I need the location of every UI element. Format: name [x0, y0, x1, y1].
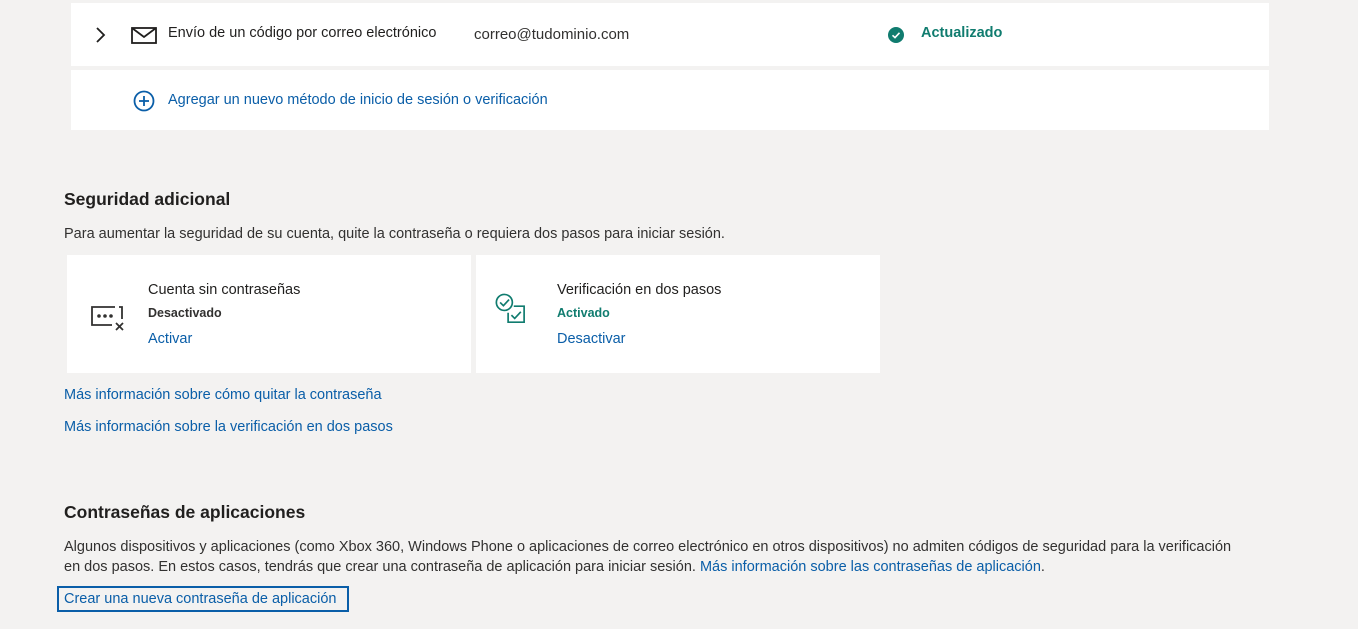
add-method-link[interactable]: Agregar un nuevo método de inicio de ses… [168, 92, 548, 108]
passwordless-info-link[interactable]: Más información sobre cómo quitar la con… [64, 387, 382, 403]
sign-in-method-row[interactable]: Envío de un código por correo electrónic… [71, 3, 1269, 66]
two-step-title: Verificación en dos pasos [557, 282, 722, 298]
check-circle-icon [888, 27, 904, 43]
create-app-password-button[interactable]: Crear una nueva contraseña de aplicación [57, 586, 349, 612]
chevron-right-icon[interactable] [93, 24, 107, 46]
method-status: Actualizado [921, 25, 1003, 41]
app-passwords-title: Contraseñas de aplicaciones [64, 502, 306, 522]
passwordless-activate-link[interactable]: Activar [148, 331, 192, 347]
app-passwords-description-end: . [1040, 559, 1045, 575]
additional-security-description: Para aumentar la seguridad de su cuenta,… [64, 226, 725, 242]
passwordless-card: Cuenta sin contraseñas Desactivado Activ… [67, 255, 471, 373]
method-label: Envío de un código por correo electrónic… [168, 25, 437, 41]
app-passwords-description-text: en dos pasos. En estos casos, tendrás qu… [64, 559, 696, 575]
two-step-verification-icon [495, 293, 525, 324]
app-passwords-description-line1: Algunos dispositivos y aplicaciones (com… [64, 539, 1232, 555]
two-step-deactivate-link[interactable]: Desactivar [557, 331, 626, 347]
two-step-info-link[interactable]: Más información sobre la verificación en… [64, 419, 393, 435]
method-email: correo@tudominio.com [474, 26, 630, 43]
add-method-row: Agregar un nuevo método de inicio de ses… [71, 70, 1269, 130]
additional-security-title: Seguridad adicional [64, 189, 231, 209]
passwordless-status: Desactivado [148, 306, 222, 320]
passwordless-icon [91, 306, 124, 331]
passwordless-title: Cuenta sin contraseñas [148, 282, 301, 298]
app-passwords-info-link[interactable]: Más información sobre las contraseñas de… [700, 559, 1041, 575]
mail-icon [131, 27, 157, 44]
app-passwords-description-line2: en dos pasos. En estos casos, tendrás qu… [64, 557, 1045, 577]
add-circle-icon[interactable] [133, 90, 155, 112]
two-step-card: Verificación en dos pasos Activado Desac… [476, 255, 880, 373]
two-step-status: Activado [557, 306, 610, 320]
